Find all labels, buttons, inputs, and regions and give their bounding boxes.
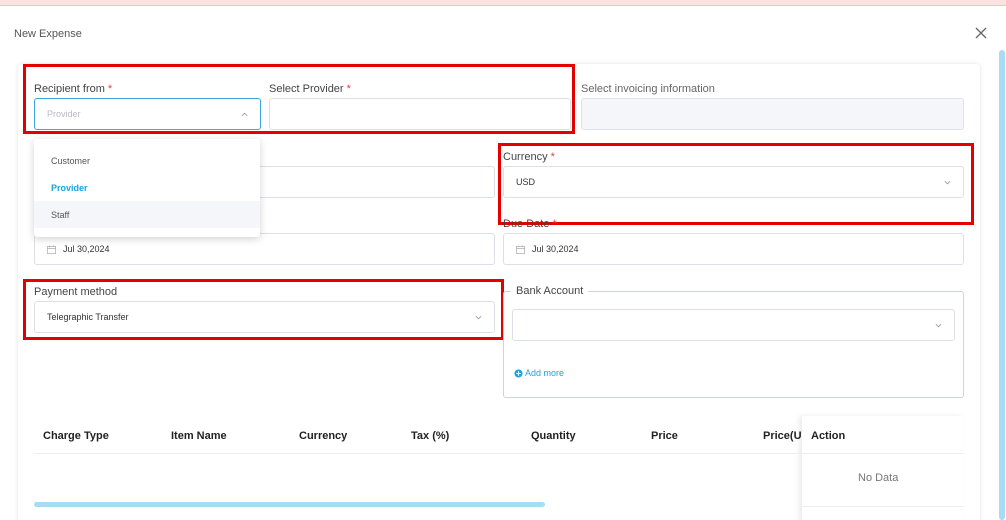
select-provider-label: Select Provider * bbox=[269, 83, 351, 95]
hidden-left-field[interactable] bbox=[260, 166, 495, 198]
due-date-value: Jul 30,2024 bbox=[532, 244, 579, 254]
invoicing-info-label: Select invoicing information bbox=[581, 83, 715, 95]
chevron-up-icon bbox=[241, 112, 248, 117]
payment-method-select[interactable]: Telegraphic Transfer bbox=[34, 301, 495, 333]
add-more-label: Add more bbox=[525, 368, 565, 378]
calendar-icon bbox=[516, 244, 525, 254]
table-header-divider bbox=[34, 453, 964, 454]
bank-account-select[interactable] bbox=[512, 309, 955, 341]
currency-select[interactable]: USD bbox=[503, 166, 964, 198]
add-more-link[interactable]: Add more bbox=[514, 368, 564, 378]
dropdown-option-staff[interactable]: Staff bbox=[34, 201, 260, 228]
empty-table-text: No Data bbox=[858, 472, 899, 484]
recipient-dropdown: Customer Provider Staff bbox=[34, 139, 260, 237]
column-header-price[interactable]: Price bbox=[651, 430, 678, 442]
date-value: Jul 30,2024 bbox=[63, 244, 110, 254]
chevron-down-icon bbox=[944, 180, 951, 185]
column-header-item-name[interactable]: Item Name bbox=[171, 430, 227, 442]
due-date-label: Due Date * bbox=[503, 218, 557, 230]
dropdown-option-provider[interactable]: Provider bbox=[34, 174, 260, 201]
chevron-down-icon bbox=[935, 323, 942, 328]
currency-label: Currency * bbox=[503, 151, 555, 163]
table-bottom-divider bbox=[802, 506, 964, 507]
bank-account-legend: Bank Account bbox=[511, 285, 589, 297]
plus-circle-icon bbox=[514, 368, 523, 378]
chevron-down-icon bbox=[475, 315, 482, 320]
calendar-icon bbox=[47, 244, 56, 254]
invoicing-info-select bbox=[581, 98, 964, 130]
column-header-charge-type[interactable]: Charge Type bbox=[43, 430, 109, 442]
bank-account-group bbox=[503, 291, 964, 398]
select-provider-input[interactable] bbox=[269, 98, 571, 130]
top-banner bbox=[0, 0, 1006, 6]
payment-method-value: Telegraphic Transfer bbox=[47, 312, 129, 322]
modal-title: New Expense bbox=[14, 28, 82, 40]
due-date-input[interactable]: Jul 30,2024 bbox=[503, 233, 964, 265]
dropdown-option-customer[interactable]: Customer bbox=[34, 147, 260, 174]
recipient-from-placeholder: Provider bbox=[47, 109, 81, 119]
close-icon[interactable] bbox=[974, 26, 988, 40]
column-header-price-usd[interactable]: Price(U bbox=[763, 430, 802, 442]
vertical-scrollbar[interactable] bbox=[999, 50, 1005, 520]
recipient-from-label: Recipient from * bbox=[34, 83, 113, 95]
column-header-action[interactable]: Action bbox=[811, 430, 845, 442]
date-input[interactable]: Jul 30,2024 bbox=[34, 233, 495, 265]
column-header-currency[interactable]: Currency bbox=[299, 430, 347, 442]
horizontal-scrollbar[interactable] bbox=[34, 502, 545, 507]
column-header-tax[interactable]: Tax (%) bbox=[411, 430, 449, 442]
recipient-from-select[interactable]: Provider bbox=[34, 98, 261, 130]
column-header-quantity[interactable]: Quantity bbox=[531, 430, 576, 442]
currency-value: USD bbox=[516, 177, 536, 187]
payment-method-label: Payment method bbox=[34, 286, 118, 298]
